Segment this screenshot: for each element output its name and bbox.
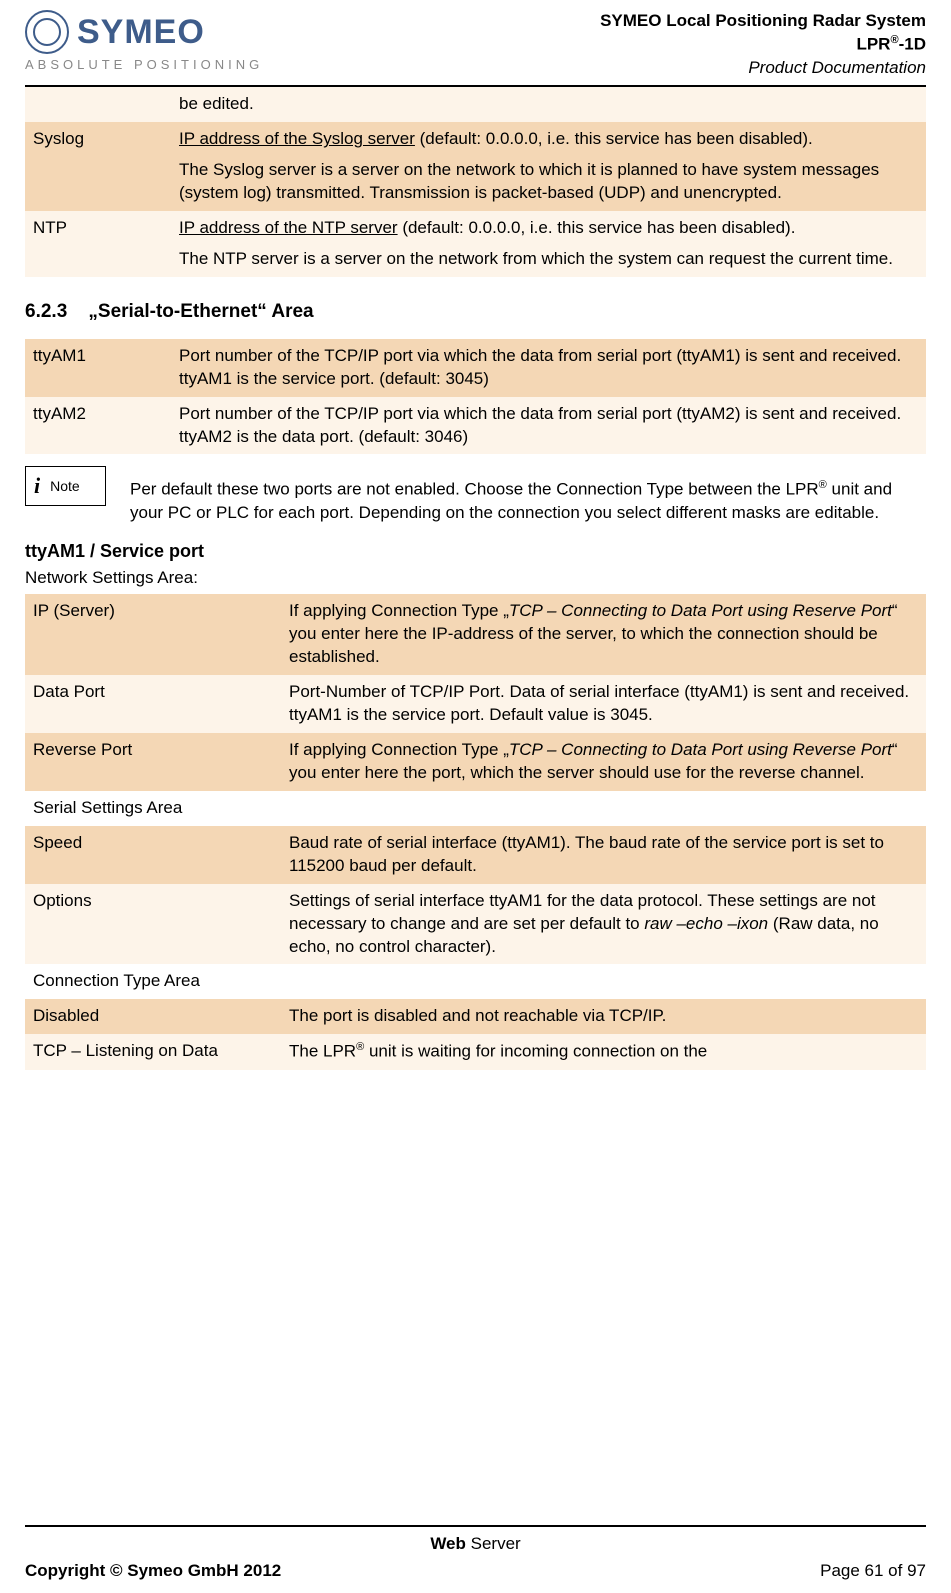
cell-ipserver-label: IP (Server): [25, 594, 281, 675]
doc-title-line3: Product Documentation: [600, 57, 926, 80]
logo-text: SYMEO: [77, 15, 205, 49]
section-heading-623: 6.2.3 „Serial-to-Ethernet“ Area: [25, 299, 926, 325]
cell-continued: be edited.: [171, 87, 926, 122]
info-icon: i: [34, 471, 40, 501]
cell-tcplistening-desc: The LPR® unit is waiting for incoming co…: [281, 1034, 926, 1070]
note-text: Per default these two ports are not enab…: [130, 478, 926, 525]
target-icon: [25, 10, 69, 54]
text-network-settings-area: Network Settings Area:: [25, 567, 926, 590]
cell-empty: [25, 87, 171, 122]
cell-dataport-desc: Port-Number of TCP/IP Port. Data of seri…: [281, 675, 926, 733]
cell-disabled-desc: The port is disabled and not reachable v…: [281, 999, 926, 1034]
cell-ttyam1-desc: Port number of the TCP/IP port via which…: [171, 339, 926, 397]
cell-ntp-desc: IP address of the NTP server (default: 0…: [171, 211, 926, 277]
note-box: i Note: [25, 466, 106, 506]
cell-reverseport-label: Reverse Port: [25, 733, 281, 791]
cell-speed-desc: Baud rate of serial interface (ttyAM1). …: [281, 826, 926, 884]
footer-center: Web Server: [25, 1533, 926, 1556]
cell-ntp-label: NTP: [25, 211, 171, 277]
logo-subtitle: ABSOLUTE POSITIONING: [25, 56, 263, 74]
page-header: SYMEO ABSOLUTE POSITIONING SYMEO Local P…: [25, 10, 926, 87]
cell-syslog-label: Syslog: [25, 122, 171, 211]
cell-ttyam2-desc: Port number of the TCP/IP port via which…: [171, 397, 926, 455]
cell-options-label: Options: [25, 884, 281, 965]
cell-ttyam1-label: ttyAM1: [25, 339, 171, 397]
cell-options-desc: Settings of serial interface ttyAM1 for …: [281, 884, 926, 965]
cell-ipserver-desc: If applying Connection Type „TCP – Conne…: [281, 594, 926, 675]
row-connection-type-area: Connection Type Area: [25, 964, 926, 999]
cell-reverseport-desc: If applying Connection Type „TCP – Conne…: [281, 733, 926, 791]
cell-tcplistening-label: TCP – Listening on Data: [25, 1034, 281, 1070]
doc-title-line1: SYMEO Local Positioning Radar System: [600, 10, 926, 33]
footer-page-number: Page 61 of 97: [820, 1560, 926, 1583]
page-footer: Web Server Copyright © Symeo GmbH 2012 P…: [25, 1519, 926, 1583]
footer-copyright: Copyright © Symeo GmbH 2012: [25, 1560, 281, 1583]
row-serial-settings-area: Serial Settings Area: [25, 791, 926, 826]
doc-title-block: SYMEO Local Positioning Radar System LPR…: [600, 10, 926, 79]
cell-speed-label: Speed: [25, 826, 281, 884]
cell-dataport-label: Data Port: [25, 675, 281, 733]
table-network-params: be edited. Syslog IP address of the Sysl…: [25, 87, 926, 277]
note-block: i Note Per default these two ports are n…: [25, 460, 926, 525]
logo-block: SYMEO ABSOLUTE POSITIONING: [25, 10, 263, 74]
doc-title-line2: LPR®-1D: [600, 33, 926, 57]
cell-disabled-label: Disabled: [25, 999, 281, 1034]
subheading-ttyam1: ttyAM1 / Service port: [25, 539, 926, 563]
cell-syslog-desc: IP address of the Syslog server (default…: [171, 122, 926, 211]
cell-ttyam2-label: ttyAM2: [25, 397, 171, 455]
table-ttyam1-settings: IP (Server) If applying Connection Type …: [25, 594, 926, 1070]
table-serial-to-ethernet: ttyAM1 Port number of the TCP/IP port vi…: [25, 339, 926, 455]
note-label: Note: [50, 477, 80, 496]
